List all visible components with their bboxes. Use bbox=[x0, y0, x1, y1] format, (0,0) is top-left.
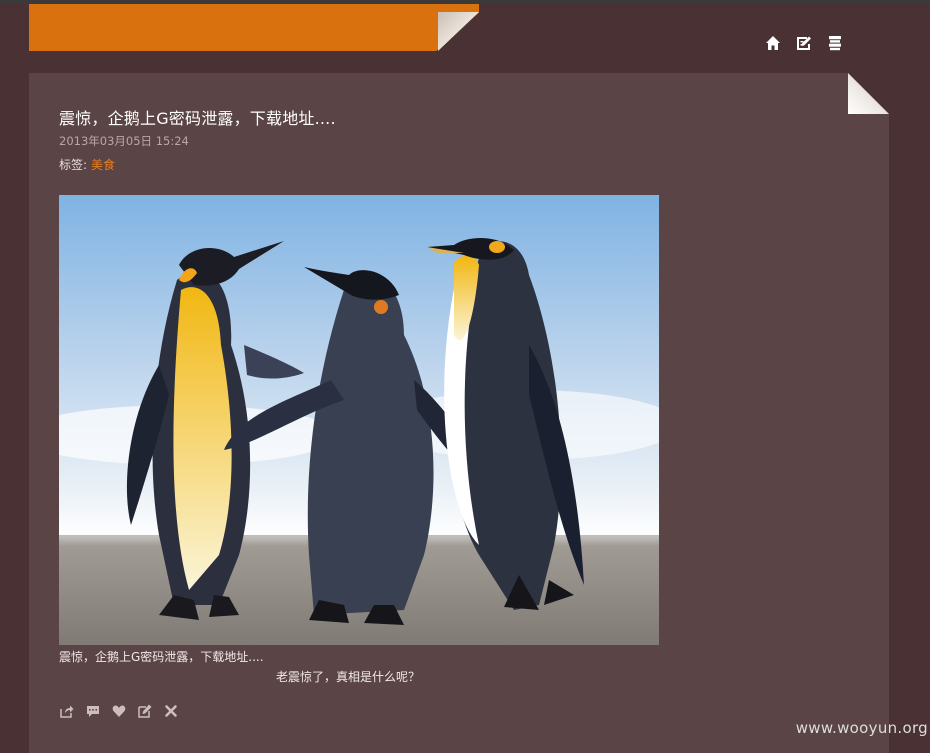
image-caption: 震惊，企鹅上G密码泄露，下载地址.... bbox=[59, 650, 264, 664]
comment-icon[interactable] bbox=[85, 703, 100, 718]
post-date: 2013年03月05日 15:24 bbox=[59, 134, 189, 148]
top-nav bbox=[764, 34, 844, 52]
header-banner bbox=[29, 4, 479, 51]
like-icon[interactable] bbox=[111, 703, 126, 718]
tags-label: 标签: bbox=[59, 158, 88, 172]
post-tags: 标签: 美食 bbox=[59, 156, 115, 173]
edit-icon[interactable] bbox=[795, 34, 813, 52]
post-title[interactable]: 震惊，企鹅上G密码泄露，下载地址.... bbox=[59, 105, 336, 129]
share-icon[interactable] bbox=[59, 703, 74, 718]
post-summary: 老震惊了，真相是什么呢？ bbox=[276, 670, 421, 684]
home-icon[interactable] bbox=[764, 34, 782, 52]
card-page-curl bbox=[848, 73, 889, 114]
edit-icon[interactable] bbox=[137, 703, 152, 718]
post-image bbox=[59, 195, 659, 645]
top-border bbox=[0, 0, 930, 4]
delete-icon[interactable] bbox=[163, 703, 178, 718]
post-actions bbox=[59, 703, 178, 718]
tag-link[interactable]: 美食 bbox=[91, 158, 115, 172]
watermark: www.wooyun.org bbox=[795, 719, 928, 737]
list-icon[interactable] bbox=[826, 34, 844, 52]
